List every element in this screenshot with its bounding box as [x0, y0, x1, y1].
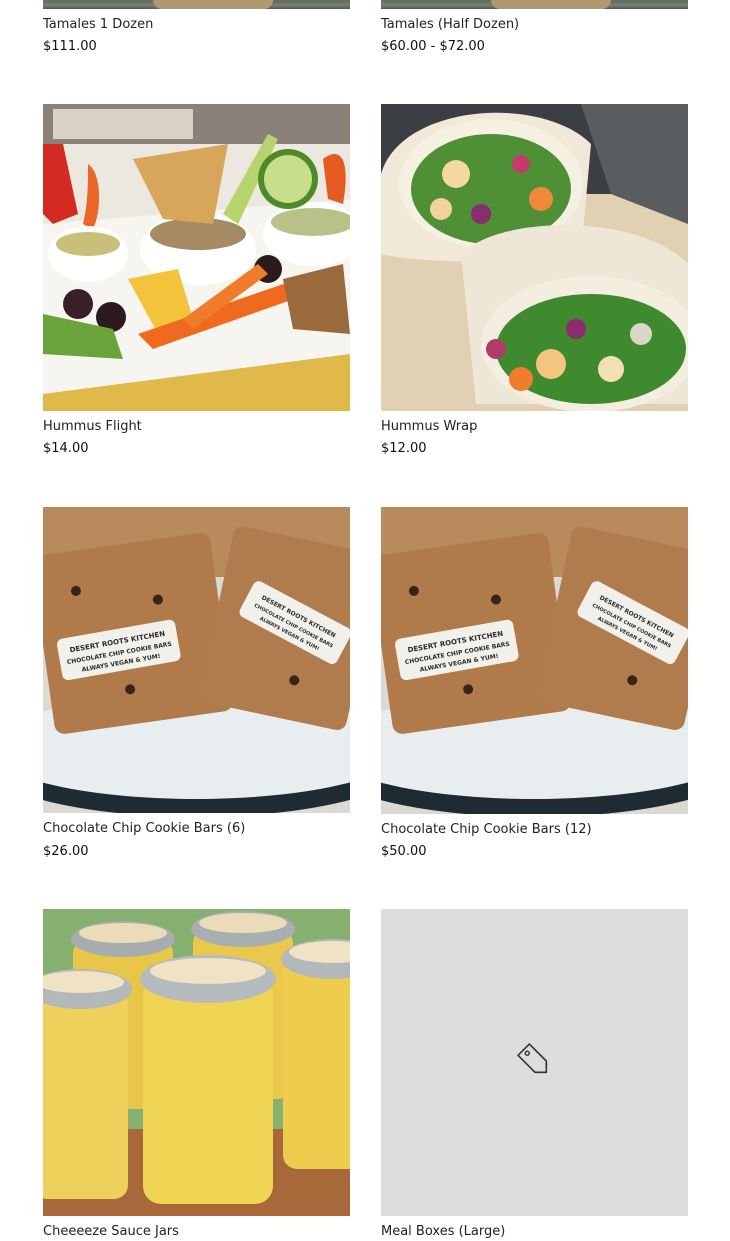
product-image-tamales-dozen[interactable]	[43, 0, 350, 9]
product-price: $60.00 - $72.00	[381, 39, 485, 54]
product-price: $111.00	[43, 39, 97, 54]
price-tag-icon	[513, 1039, 557, 1087]
product-price: $50.00	[381, 844, 427, 859]
product-title[interactable]: Chocolate Chip Cookie Bars (12)	[381, 822, 592, 838]
product-image-tamales-half-dozen[interactable]	[381, 0, 688, 9]
product-image-sauce-jars[interactable]	[43, 909, 350, 1216]
product-image-placeholder[interactable]	[381, 909, 688, 1216]
product-image-cookie-bars-6[interactable]: DESERT ROOTS KITCHEN CHOCOLATE CHIP COOK…	[43, 507, 350, 813]
product-title[interactable]: Cheeeeze Sauce Jars	[43, 1224, 179, 1240]
product-title[interactable]: Meal Boxes (Large)	[381, 1224, 505, 1240]
product-title[interactable]: Hummus Wrap	[381, 419, 477, 435]
product-title[interactable]: Tamales 1 Dozen	[43, 17, 153, 33]
product-price: $26.00	[43, 844, 89, 859]
product-price: $14.00	[43, 441, 89, 456]
product-price: $12.00	[381, 441, 427, 456]
product-title[interactable]: Hummus Flight	[43, 419, 142, 435]
product-image-cookie-bars-12[interactable]: DESERT ROOTS KITCHEN CHOCOLATE CHIP COOK…	[381, 507, 688, 814]
product-image-hummus-flight[interactable]	[43, 104, 350, 411]
product-image-hummus-wrap[interactable]	[381, 104, 688, 411]
product-title[interactable]: Chocolate Chip Cookie Bars (6)	[43, 821, 245, 837]
product-title[interactable]: Tamales (Half Dozen)	[381, 17, 519, 33]
